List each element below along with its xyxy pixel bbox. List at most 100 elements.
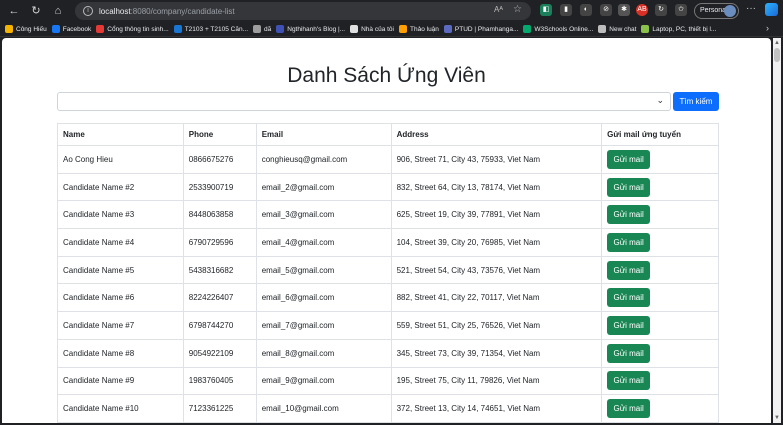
send-mail-button[interactable]: Gửi mail <box>607 205 651 225</box>
cell-address: 521, Street 54, City 43, 73576, Viet Nam <box>390 255 603 285</box>
page-title: Danh Sách Ứng Viên <box>287 64 486 87</box>
read-aloud-icon[interactable]: Aᴬ <box>494 5 503 14</box>
cell-address: 345, Street 73, City 39, 71354, Viet Nam <box>390 338 603 368</box>
search-button[interactable]: Tìm kiếm <box>673 92 719 111</box>
send-mail-button[interactable]: Gửi mail <box>607 288 651 308</box>
cell-email: email_9@gmail.com <box>255 366 392 396</box>
bookmark-label: W3Schools Online... <box>534 25 594 33</box>
cell-name: Candidate Name #7 <box>57 311 184 340</box>
column-header-email: Email <box>255 123 392 146</box>
home-icon[interactable]: ⌂ <box>50 3 66 19</box>
send-mail-button[interactable]: Gửi mail <box>607 343 651 363</box>
site-info-icon[interactable]: i <box>83 6 93 16</box>
favorites-icon[interactable]: ✩ <box>675 4 687 16</box>
column-header-address: Address <box>390 123 603 146</box>
cell-name: Candidate Name #10 <box>57 394 184 423</box>
bookmarks-bar: Công Hiếu Facebook Cổng thông tin sinh... T… <box>0 22 783 37</box>
send-mail-button[interactable]: Gửi mail <box>607 371 651 391</box>
scroll-up-icon[interactable]: ▲ <box>774 40 780 46</box>
cell-name: Candidate Name #6 <box>57 283 184 313</box>
cell-address: 832, Street 64, City 13, 78174, Viet Nam <box>390 172 603 202</box>
bookmark-label: dã <box>264 25 272 33</box>
cell-email: email_5@gmail.com <box>255 255 392 285</box>
candidate-table: Name Phone Email Address Gửi mail ứng tu… <box>57 123 719 423</box>
cell-phone: 6798744270 <box>182 311 257 340</box>
cell-name: Candidate Name #4 <box>57 228 184 257</box>
more-menu-icon[interactable]: ··· <box>746 3 756 14</box>
url-path: :8080/company/candidate-list <box>130 6 235 16</box>
extension-icon[interactable]: ◧ <box>540 4 552 16</box>
send-mail-button[interactable]: Gửi mail <box>607 399 651 419</box>
cell-action: Gửi mail <box>601 255 719 285</box>
refresh-icon[interactable]: ↻ <box>28 3 44 19</box>
bookmark-icon <box>443 25 452 33</box>
table-row: Candidate Name #2 2533900719 email_2@gmail… <box>57 172 719 202</box>
scrollbar[interactable]: ▲ ▼ <box>773 38 781 423</box>
bookmark-item[interactable]: Cổng thông tin sinh... <box>96 25 169 33</box>
table-row: Candidate Name #7 6798744270 email_7@gmail… <box>57 311 719 340</box>
bookmark-item[interactable]: Thảo luận <box>399 25 439 33</box>
cell-phone: 9054922109 <box>182 338 257 368</box>
favorite-star-icon[interactable]: ☆ <box>513 4 522 15</box>
bookmark-item[interactable]: W3Schools Online... <box>523 25 593 33</box>
cell-address: 372, Street 13, City 14, 74651, Viet Nam <box>390 394 603 423</box>
extension-icon[interactable]: ▮ <box>560 4 572 16</box>
send-mail-button[interactable]: Gửi mail <box>607 315 651 335</box>
scroll-thumb[interactable] <box>774 48 780 62</box>
bookmark-item[interactable]: Công Hiếu <box>5 25 47 33</box>
bookmark-item[interactable]: T2103 + T2105 Căn... <box>173 25 248 33</box>
send-mail-button[interactable]: Gửi mail <box>607 177 651 197</box>
cell-action: Gửi mail <box>601 311 719 340</box>
bookmark-item[interactable]: dã <box>253 25 271 33</box>
cell-address: 882, Street 41, City 22, 70117, Viet Nam <box>390 283 603 313</box>
cell-email: email_2@gmail.com <box>255 172 392 202</box>
bookmark-item[interactable]: Laptop, PC, thiết bị l... <box>641 25 716 33</box>
scroll-down-icon[interactable]: ▼ <box>774 415 780 421</box>
bookmark-icon <box>253 25 262 33</box>
send-mail-button[interactable]: Gửi mail <box>607 149 651 169</box>
bookmark-item[interactable]: New chat <box>598 25 636 33</box>
cell-phone: 0866675276 <box>182 145 257 174</box>
cell-phone: 5438316682 <box>182 255 257 285</box>
send-mail-button[interactable]: Gửi mail <box>607 232 651 252</box>
cell-email: email_4@gmail.com <box>255 228 392 257</box>
extension-icon[interactable]: ↻ <box>655 4 667 16</box>
cell-action: Gửi mail <box>601 228 719 257</box>
extension-icon[interactable]: ⊘ <box>600 4 612 16</box>
bookmark-item[interactable]: Ngthihanh's Blog |... <box>276 25 345 33</box>
back-icon[interactable]: ← <box>6 3 22 19</box>
bookmark-icon <box>641 25 650 33</box>
bookmark-label: Ngthihanh's Blog |... <box>287 25 346 33</box>
extension-icon[interactable]: AB <box>636 4 648 16</box>
table-row: Candidate Name #4 6790729596 email_4@gmail… <box>57 228 719 257</box>
bookmark-item[interactable]: Nhà của tôi <box>350 25 394 33</box>
profile-button[interactable]: Personal <box>694 3 739 19</box>
search-select[interactable]: ⌄ <box>57 92 671 111</box>
bookmarks-overflow-icon[interactable]: › <box>766 23 769 33</box>
copilot-icon[interactable] <box>765 3 778 16</box>
table-row: Candidate Name #10 7123361225 email_10@gma… <box>57 394 719 423</box>
cell-email: email_6@gmail.com <box>255 283 392 313</box>
bookmark-icon <box>399 25 407 33</box>
bookmark-item[interactable]: Facebook <box>51 25 91 33</box>
send-mail-button[interactable]: Gửi mail <box>607 260 651 280</box>
bookmark-icon <box>350 25 359 33</box>
cell-address: 195, Street 75, City 11, 79826, Viet Nam <box>390 366 603 396</box>
extension-icon[interactable]: ✱ <box>618 4 630 16</box>
address-bar[interactable]: i localhost:8080/company/candidate-list … <box>75 2 531 20</box>
bookmark-label: New chat <box>609 25 637 33</box>
cell-name: Candidate Name #2 <box>57 172 184 202</box>
cell-phone: 6790729596 <box>182 228 257 257</box>
cell-phone: 1983760405 <box>182 366 257 396</box>
cell-name: Candidate Name #9 <box>57 366 184 396</box>
column-header-send-mail: Gửi mail ứng tuyển <box>601 123 719 146</box>
bookmark-icon <box>523 25 532 33</box>
table-row: Ao Cong Hieu 0866675276 conghieusq@gmail.c… <box>57 145 719 174</box>
bookmark-label: Thảo luận <box>410 25 439 33</box>
table-row: Candidate Name #5 5438316682 email_5@gmail… <box>57 255 719 285</box>
cell-name: Candidate Name #3 <box>57 200 184 230</box>
bookmark-item[interactable]: PTUD | Phamhanga... <box>443 25 518 33</box>
page-viewport: Danh Sách Ứng Viên ⌄ Tìm kiếm Name Phone… <box>2 38 771 423</box>
bookmark-label: Laptop, PC, thiết bị l... <box>652 25 717 33</box>
extension-icon[interactable]: ◐ <box>580 4 592 16</box>
